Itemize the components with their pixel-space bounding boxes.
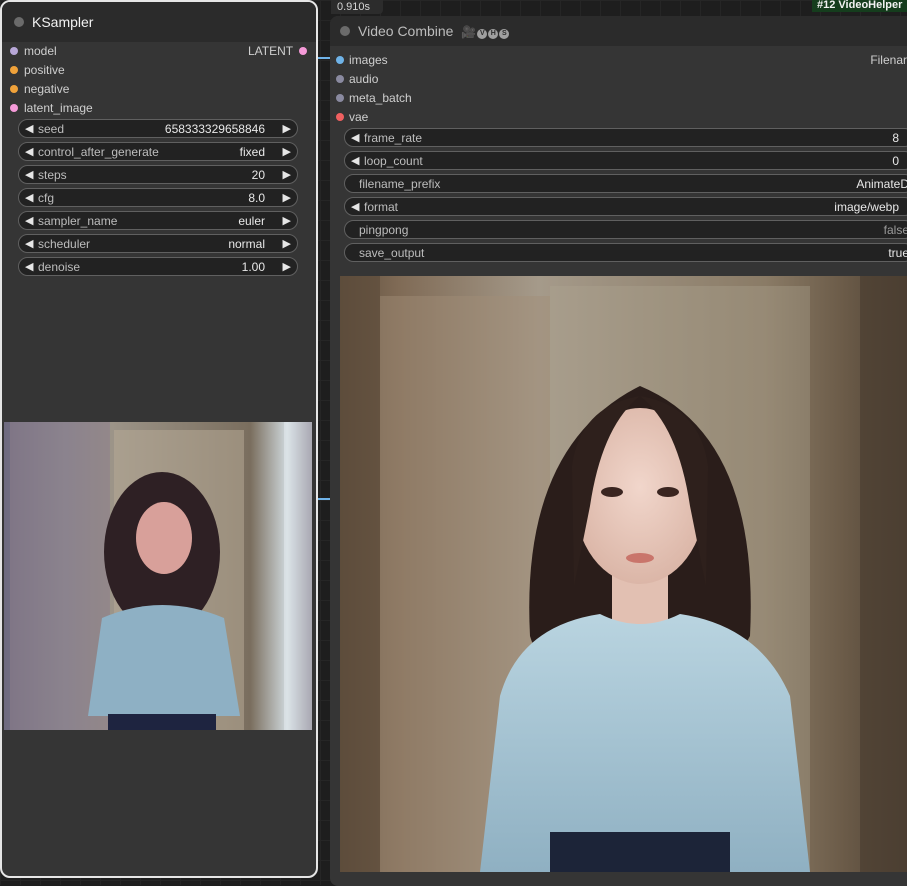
ksampler-node[interactable]: KSampler model positive negative latent_… xyxy=(0,0,318,878)
slot-label: images xyxy=(349,53,388,67)
portrait-video-svg xyxy=(340,276,907,872)
widget-cfg[interactable]: ◀ cfg 8.0 ▶ xyxy=(18,188,298,207)
portrait-preview-svg xyxy=(4,422,312,730)
widget-value: 8.0 xyxy=(248,191,265,205)
decrement-arrow-icon[interactable]: ◀ xyxy=(25,145,33,158)
node-title: Video Combine 🎥 V H S xyxy=(358,23,510,39)
widget-value: fixed xyxy=(239,145,265,159)
widget-label: filename_prefix xyxy=(359,177,441,191)
output-slot-latent[interactable]: LATENT xyxy=(242,43,310,59)
slot-label: audio xyxy=(349,72,379,86)
decrement-arrow-icon[interactable]: ◀ xyxy=(351,200,359,213)
widget-save-output[interactable]: save_output true xyxy=(344,243,907,262)
widget-label: pingpong xyxy=(359,223,409,237)
widget-value: normal xyxy=(228,237,265,251)
widget-denoise[interactable]: ◀ denoise 1.00 ▶ xyxy=(18,257,298,276)
decrement-arrow-icon[interactable]: ◀ xyxy=(351,154,359,167)
increment-arrow-icon[interactable]: ▶ xyxy=(283,122,291,135)
widget-sampler-name[interactable]: ◀ sampler_name euler ▶ xyxy=(18,211,298,230)
input-dot[interactable] xyxy=(10,85,18,93)
input-dot[interactable] xyxy=(10,66,18,74)
decrement-arrow-icon[interactable]: ◀ xyxy=(25,260,33,273)
badge-letter: H xyxy=(488,29,499,39)
input-dot[interactable] xyxy=(10,104,18,112)
slot-label: negative xyxy=(24,82,70,96)
input-dot[interactable] xyxy=(336,113,344,121)
slot-label: meta_batch xyxy=(349,91,412,105)
collapse-dot[interactable] xyxy=(340,26,350,36)
widget-format[interactable]: ◀ format image/webp xyxy=(344,197,907,216)
node-title-text: Video Combine xyxy=(358,23,454,39)
execution-time-label: 0.910s xyxy=(331,0,383,14)
film-icon: 🎥 xyxy=(461,25,477,39)
widget-value: 8 xyxy=(892,131,899,145)
slot-label: positive xyxy=(24,63,65,77)
widget-label: seed xyxy=(38,122,65,136)
slot-label: model xyxy=(24,44,57,58)
widget-label: scheduler xyxy=(38,237,91,251)
input-dot[interactable] xyxy=(336,56,344,64)
widget-label: frame_rate xyxy=(364,131,423,145)
decrement-arrow-icon[interactable]: ◀ xyxy=(351,131,359,144)
widget-value: 0 xyxy=(892,154,899,168)
widget-label: save_output xyxy=(359,246,425,260)
widget-label: sampler_name xyxy=(38,214,118,228)
widget-value: AnimateD xyxy=(856,177,907,191)
video-combine-node[interactable]: Video Combine 🎥 V H S images audio meta_bat… xyxy=(330,16,907,886)
slot-label: latent_image xyxy=(24,101,93,115)
widget-control-after-generate[interactable]: ◀ control_after_generate fixed ▶ xyxy=(18,142,298,161)
increment-arrow-icon[interactable]: ▶ xyxy=(283,214,291,227)
widget-value: 1.00 xyxy=(241,260,265,274)
widget-value: 20 xyxy=(251,168,265,182)
slot-label: vae xyxy=(349,110,369,124)
node-title-videohelper[interactable]: #12 VideoHelper xyxy=(812,0,907,12)
widget-label: denoise xyxy=(38,260,81,274)
slot-label: Filenar xyxy=(870,53,907,67)
widget-filename-prefix[interactable]: filename_prefix AnimateD xyxy=(344,174,907,193)
badge-letter: S xyxy=(499,29,510,39)
decrement-arrow-icon[interactable]: ◀ xyxy=(25,122,33,135)
widget-seed[interactable]: ◀ seed 658333329658846 ▶ xyxy=(18,119,298,138)
widget-label: control_after_generate xyxy=(38,145,159,159)
widget-value: 658333329658846 xyxy=(164,122,265,136)
increment-arrow-icon[interactable]: ▶ xyxy=(283,260,291,273)
input-dot[interactable] xyxy=(336,75,344,83)
collapse-dot[interactable] xyxy=(14,17,24,27)
output-dot[interactable] xyxy=(299,47,307,55)
widget-value: false xyxy=(883,223,907,237)
widget-steps[interactable]: ◀ steps 20 ▶ xyxy=(18,165,298,184)
increment-arrow-icon[interactable]: ▶ xyxy=(283,168,291,181)
widget-loop-count[interactable]: ◀ loop_count 0 xyxy=(344,151,907,170)
decrement-arrow-icon[interactable]: ◀ xyxy=(25,214,33,227)
badge-letter: V xyxy=(477,29,488,39)
node-header[interactable]: KSampler xyxy=(2,2,316,42)
latent-preview-image xyxy=(4,422,312,730)
widget-label: loop_count xyxy=(364,154,423,168)
node-title: KSampler xyxy=(32,14,94,30)
increment-arrow-icon[interactable]: ▶ xyxy=(283,191,291,204)
widget-scheduler[interactable]: ◀ scheduler normal ▶ xyxy=(18,234,298,253)
widget-label: cfg xyxy=(38,191,55,205)
input-dot[interactable] xyxy=(336,94,344,102)
widget-value: true xyxy=(888,246,907,260)
decrement-arrow-icon[interactable]: ◀ xyxy=(25,191,33,204)
decrement-arrow-icon[interactable]: ◀ xyxy=(25,237,33,250)
widget-value: image/webp xyxy=(834,200,899,214)
widget-value: euler xyxy=(238,214,265,228)
input-dot[interactable] xyxy=(10,47,18,55)
widget-frame-rate[interactable]: ◀ frame_rate 8 xyxy=(344,128,907,147)
widget-label: steps xyxy=(38,168,67,182)
video-preview-image[interactable] xyxy=(340,276,907,872)
output-slot-filenames[interactable]: Filenar xyxy=(850,52,907,68)
widget-pingpong[interactable]: pingpong false xyxy=(344,220,907,239)
widget-label: format xyxy=(364,200,399,214)
node-header[interactable]: Video Combine 🎥 V H S xyxy=(330,16,907,46)
increment-arrow-icon[interactable]: ▶ xyxy=(283,237,291,250)
decrement-arrow-icon[interactable]: ◀ xyxy=(25,168,33,181)
slot-label: LATENT xyxy=(248,44,294,58)
increment-arrow-icon[interactable]: ▶ xyxy=(283,145,291,158)
